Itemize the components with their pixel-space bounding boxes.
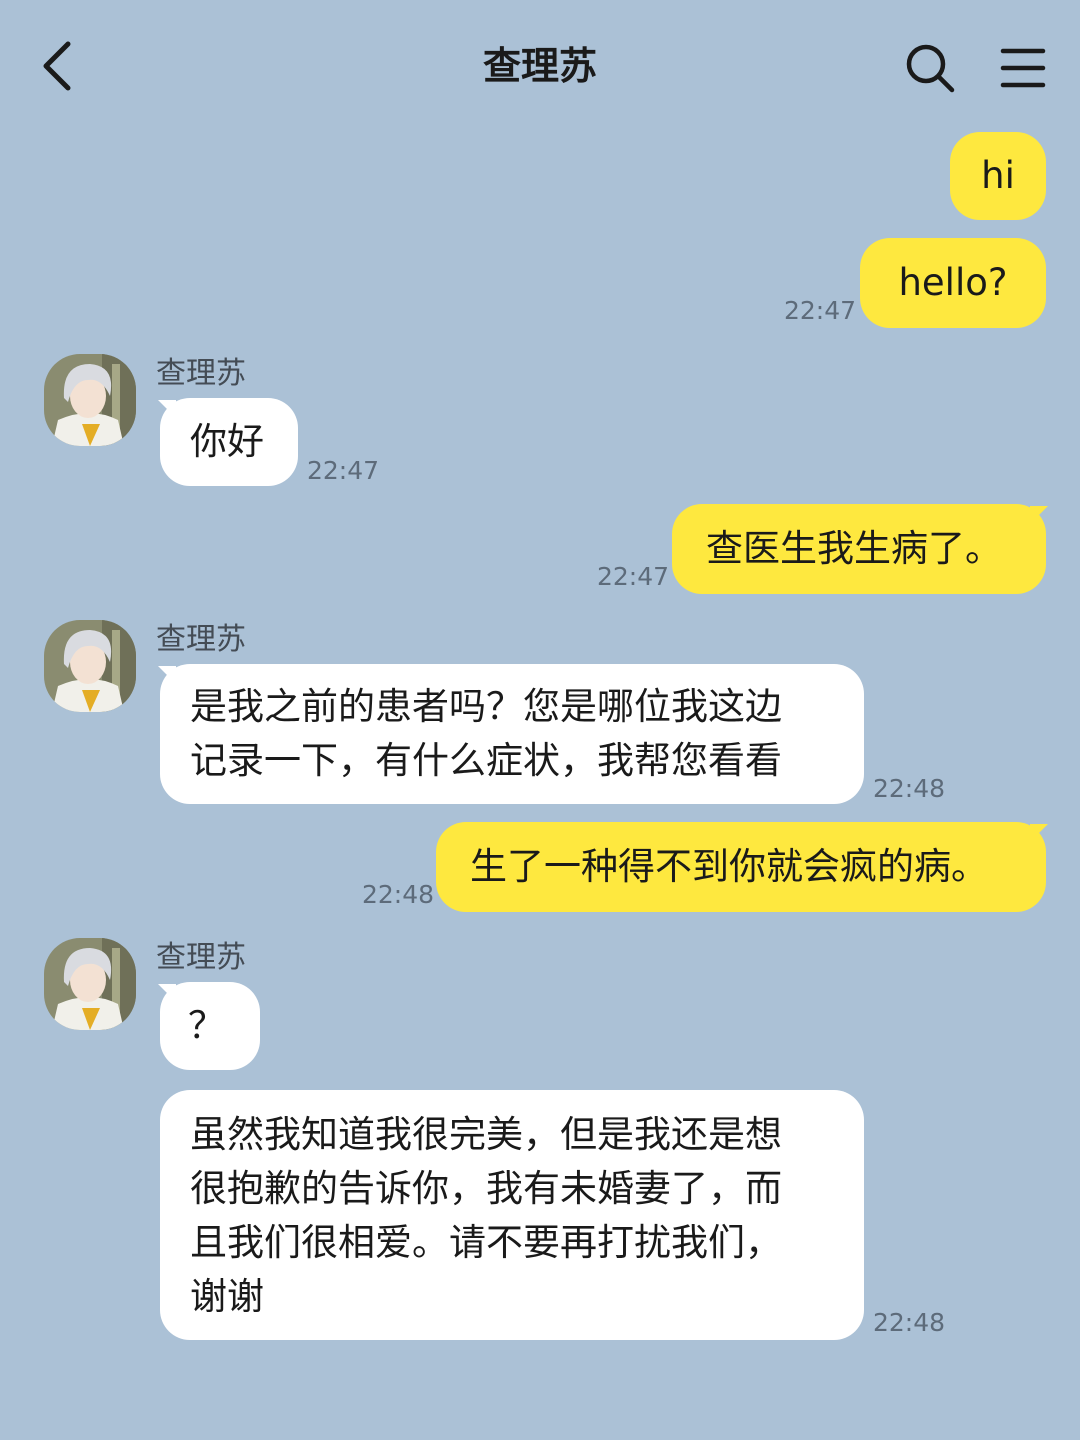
avatar-image [44, 620, 136, 712]
message-bubble-sent[interactable]: hi [950, 132, 1046, 220]
menu-button[interactable] [1000, 46, 1046, 90]
search-icon [906, 44, 955, 93]
message-bubble-received[interactable]: 你好 [160, 398, 298, 486]
message-time: 22:47 [597, 562, 670, 591]
message-bubble-received[interactable]: ？ [160, 982, 260, 1070]
message-time: 22:48 [362, 880, 435, 909]
message-time: 22:47 [307, 456, 380, 485]
hamburger-menu-icon [1000, 48, 1046, 88]
sender-name: 查理苏 [156, 940, 246, 975]
avatar-image [44, 938, 136, 1030]
message-time: 22:47 [784, 296, 857, 325]
avatar[interactable] [44, 938, 136, 1030]
message-bubble-received[interactable]: 虽然我知道我很完美，但是我还是想 很抱歉的告诉你，我有未婚妻了，而 且我们很相爱… [160, 1090, 864, 1340]
avatar-image [44, 354, 136, 446]
sender-name: 查理苏 [156, 622, 246, 657]
avatar[interactable] [44, 620, 136, 712]
message-bubble-sent[interactable]: 查医生我生病了。 [672, 504, 1046, 594]
message-bubble-received[interactable]: 是我之前的患者吗？您是哪位我这边 记录一下，有什么症状，我帮您看看 [160, 664, 864, 804]
avatar[interactable] [44, 354, 136, 446]
search-button[interactable] [904, 42, 956, 94]
message-bubble-sent[interactable]: hello? [860, 238, 1046, 328]
message-time: 22:48 [873, 774, 946, 803]
message-time: 22:48 [873, 1308, 946, 1337]
sender-name: 查理苏 [156, 356, 246, 391]
message-bubble-sent[interactable]: 生了一种得不到你就会疯的病。 [436, 822, 1046, 912]
